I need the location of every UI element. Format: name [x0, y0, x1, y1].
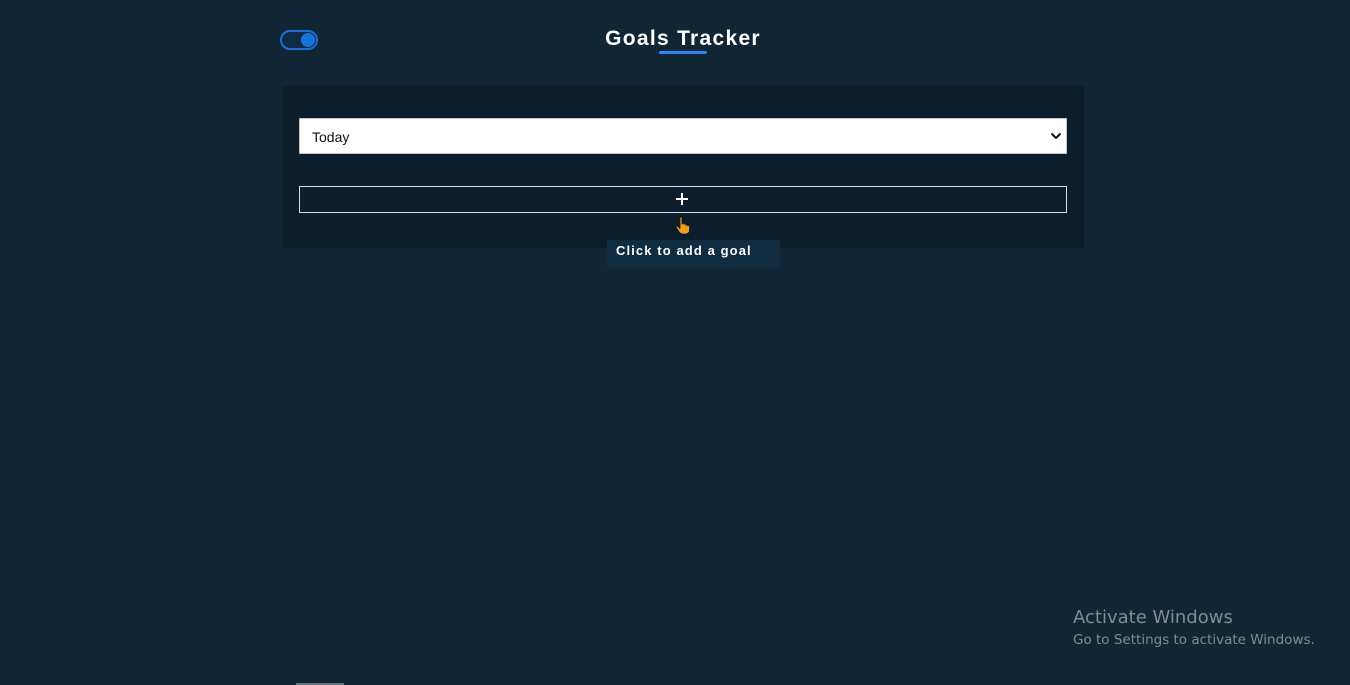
plus-icon	[676, 193, 688, 205]
page-title: Goals Tracker	[605, 27, 761, 50]
title-underline	[659, 51, 707, 54]
period-select-value: Today	[312, 129, 350, 145]
add-goal-button[interactable]	[299, 186, 1067, 213]
chevron-down-icon	[1051, 133, 1061, 139]
goals-tracker-page: Goals Tracker Today Click to add a goal …	[0, 0, 1350, 685]
tooltip-text: Click to add a goal	[616, 243, 752, 258]
period-select[interactable]: Today	[299, 118, 1067, 154]
watermark-title: Activate Windows	[1073, 607, 1233, 628]
watermark-subtitle: Go to Settings to activate Windows.	[1073, 632, 1315, 648]
windows-activation-watermark: Activate Windows Go to Settings to activ…	[1073, 607, 1315, 649]
header: Goals Tracker	[0, 26, 1350, 52]
pointer-hand-icon	[675, 216, 690, 235]
add-goal-tooltip: Click to add a goal	[607, 240, 780, 268]
